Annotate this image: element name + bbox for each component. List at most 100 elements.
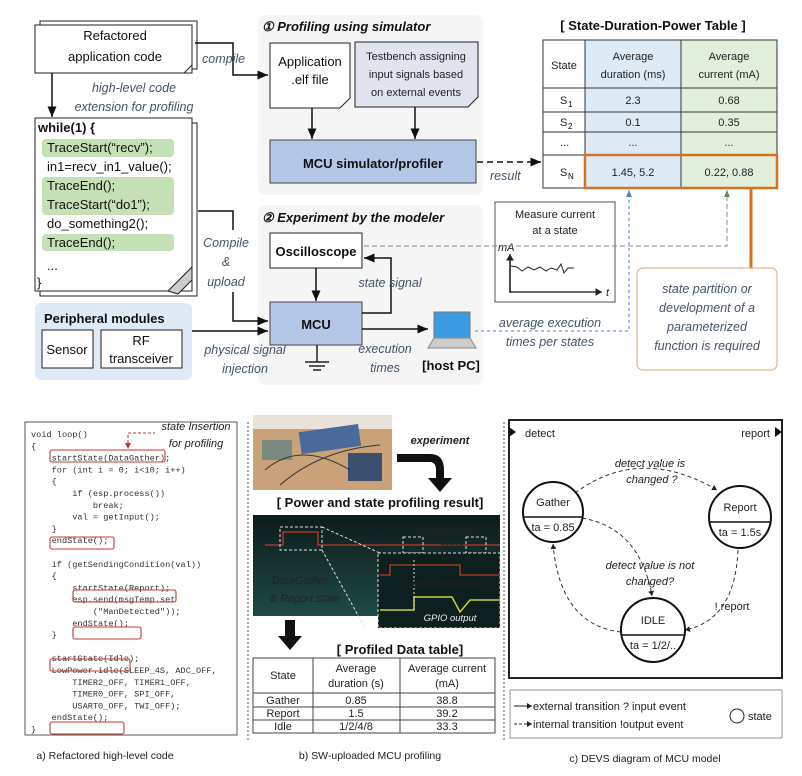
code-line: ("ManDetected"));: [31, 607, 181, 617]
code-line: TIMER0_OFF, SPI_OFF,: [31, 690, 175, 700]
code-line: in1=recv_in1_value();: [47, 159, 172, 174]
mcu-box: MCU: [269, 301, 363, 346]
testbench-label: input signals based: [369, 69, 463, 81]
scope-label: state: [440, 541, 464, 553]
testbench-label: on external events: [371, 87, 461, 99]
host-pc-label: [host PC]: [422, 358, 480, 373]
state-table-title: [ State-Duration-Power Table ]: [560, 18, 745, 33]
laptop-icon: [427, 311, 477, 349]
compile-upload-label: upload: [207, 275, 246, 289]
experiment-photo: [253, 415, 392, 490]
rf-label: transceiver: [109, 351, 173, 366]
experiment-title: ② Experiment by the modeler: [262, 210, 445, 225]
elf-label: .elf file: [291, 72, 329, 87]
code-line: startState(Report);: [31, 583, 170, 593]
legend-state: state: [748, 711, 772, 723]
doc-title-line: application code: [68, 49, 162, 64]
table-cell: 39.2: [436, 708, 457, 720]
code-line: val = getInput();: [31, 513, 160, 523]
caption-a: a) Refactored high-level code: [36, 750, 173, 762]
code-line: void loop(): [31, 430, 88, 440]
scope-title: [ Power and state profiling result]: [277, 495, 484, 510]
scope-label: & Report state: [270, 593, 340, 605]
state-subscript: 2: [568, 122, 573, 131]
state-cell: ...: [560, 137, 569, 149]
state-name: Gather: [536, 497, 570, 509]
table-cell: Report: [266, 708, 299, 720]
state-subscript: N: [568, 172, 574, 181]
requirement-note: state partition or development of a para…: [636, 267, 778, 371]
note-line: state partition or: [662, 282, 752, 296]
header: Average: [613, 51, 654, 63]
output-port-label: report: [741, 428, 770, 440]
state-ta: ta = 0.85: [531, 522, 574, 534]
scope-label: DataGather: [272, 575, 330, 587]
code-line: TraceEnd();: [47, 235, 115, 250]
code-line: while(1) {: [37, 120, 95, 135]
experiment-arrow: [397, 454, 452, 492]
elf-label: Application: [278, 54, 342, 69]
transition-label: detect value is not: [606, 560, 696, 572]
refactored-code-document: Refactored application code: [34, 20, 198, 74]
execution-times-label: execution: [358, 342, 412, 356]
code-line: break;: [31, 501, 124, 511]
current-cell: 0.68: [718, 95, 739, 107]
current-cell: ...: [724, 137, 733, 149]
transition-label: ! report: [715, 601, 750, 613]
code-line: TraceStart(“recv”);: [47, 140, 153, 155]
header: State: [551, 60, 577, 72]
code-line: }: [37, 275, 42, 290]
extension-label: extension for profiling: [75, 100, 194, 114]
peripheral-modules-panel: Peripheral modules Sensor RF transceiver: [35, 303, 192, 380]
execution-times-label: times: [370, 361, 400, 375]
mcu-simulator-box: MCU simulator/profiler: [269, 139, 477, 184]
down-arrow: [278, 620, 302, 650]
figure: ① Profiling using simulator ② Experiment…: [24, 15, 783, 765]
table-cell: 1.5: [348, 708, 363, 720]
table-cell: Idle: [274, 721, 292, 733]
code-line: for (int i = 0; i<10; i++): [31, 465, 186, 475]
transition-label: changed?: [626, 576, 675, 588]
note-line: function is required: [654, 339, 761, 353]
caption-b: b) SW-uploaded MCU profiling: [299, 750, 441, 762]
code-line: TraceEnd();: [47, 178, 115, 193]
code-line: USART0_OFF, TWI_OFF);: [31, 701, 181, 711]
code-line: {: [31, 477, 57, 487]
sensor-label: Sensor: [46, 342, 88, 357]
devs-diagram: detect report Gather ta = 0.85 Report ta = …: [508, 419, 783, 679]
state-ta: ta = 1.5s: [719, 527, 762, 539]
compile-label: compile: [202, 52, 245, 66]
scope-screenshot: DataGather state DataGather & Report sta…: [253, 515, 501, 629]
insertion-annotation: for profiling: [169, 438, 224, 450]
transition-label: changed ?: [626, 474, 678, 486]
header: Average: [709, 51, 750, 63]
legend-internal: internal transition !output event: [533, 719, 683, 731]
code-line: if (getSendingCondition(val)): [31, 560, 201, 570]
header: Average: [336, 663, 377, 675]
measure-title: Measure current: [515, 209, 595, 221]
oscilloscope-box: Oscilloscope: [269, 232, 363, 269]
scope-label: DataGather: [417, 523, 475, 535]
measure-current-box: Measure current at a state mA t: [494, 201, 616, 303]
header: State: [270, 670, 296, 682]
rf-label: RF: [132, 333, 149, 348]
header: Average current: [408, 663, 486, 675]
duration-cell: ...: [628, 137, 637, 149]
state-cell: S: [560, 117, 567, 129]
state-signal-label: state signal: [358, 276, 422, 290]
devs-legend: external transition ? input event intern…: [509, 689, 783, 739]
extension-label: high-level code: [92, 81, 176, 95]
result-label: result: [490, 169, 521, 183]
state-idle: IDLE ta = 1/2/..: [620, 597, 686, 663]
state-cell: S: [560, 167, 567, 179]
header: current (mA): [698, 69, 759, 81]
code-line: esp.send(msgTemp.set: [31, 595, 175, 605]
duration-cell: 2.3: [625, 95, 640, 107]
code-line: {: [31, 442, 36, 452]
table-cell: 33.3: [436, 721, 457, 733]
code-line: endState();: [31, 536, 108, 546]
state-name: IDLE: [641, 615, 665, 627]
code-line: TIMER2_OFF, TIMER1_OFF,: [31, 678, 191, 688]
compile-upload-label: Compile: [203, 236, 249, 250]
code-line: }: [31, 725, 36, 735]
